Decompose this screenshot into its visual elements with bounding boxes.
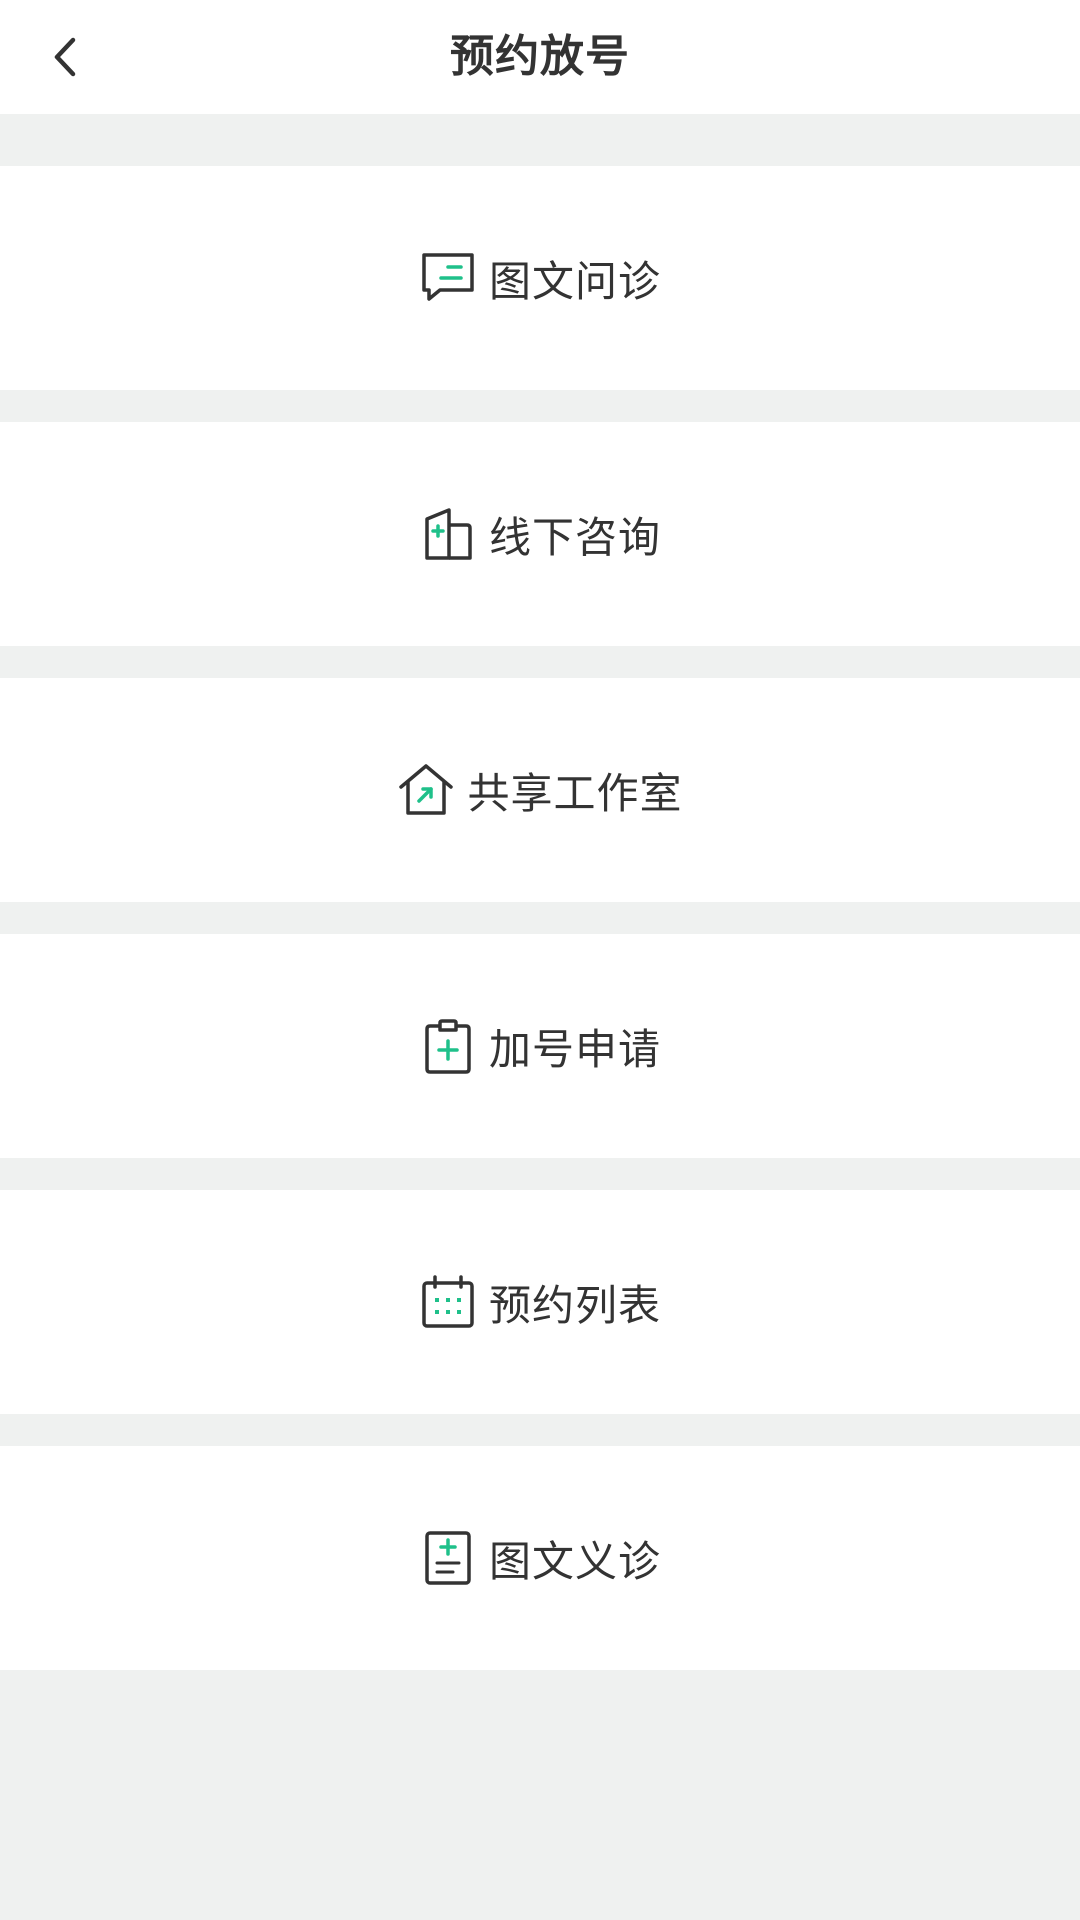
chat-bubble-icon xyxy=(419,249,477,307)
menu-item-image-text-consult[interactable]: 图文问诊 xyxy=(0,166,1080,390)
menu-list: 图文问诊 线下咨询 共享工作室 加号申请 预约列表 图文义诊 xyxy=(0,166,1080,1702)
menu-item-label: 加号申请 xyxy=(488,1024,661,1074)
menu-item-label: 线下咨询 xyxy=(488,512,661,562)
menu-item-label: 共享工作室 xyxy=(467,768,683,818)
clinic-building-icon xyxy=(419,505,477,563)
menu-item-free-consult[interactable]: 图文义诊 xyxy=(0,1446,1080,1670)
menu-item-label: 图文义诊 xyxy=(488,1536,661,1586)
clipboard-plus-icon xyxy=(419,1017,477,1075)
menu-item-extra-appointment[interactable]: 加号申请 xyxy=(0,934,1080,1158)
shared-home-icon xyxy=(397,761,455,819)
menu-item-appointment-list[interactable]: 预约列表 xyxy=(0,1190,1080,1414)
page-title: 预约放号 xyxy=(450,31,630,82)
calendar-icon xyxy=(419,1273,477,1331)
menu-item-offline-consult[interactable]: 线下咨询 xyxy=(0,422,1080,646)
menu-item-label: 图文问诊 xyxy=(488,256,661,306)
document-plus-icon xyxy=(419,1529,477,1587)
menu-item-shared-studio[interactable]: 共享工作室 xyxy=(0,678,1080,902)
menu-item-label: 预约列表 xyxy=(488,1280,661,1330)
header-bar: 预约放号 xyxy=(0,0,1080,114)
